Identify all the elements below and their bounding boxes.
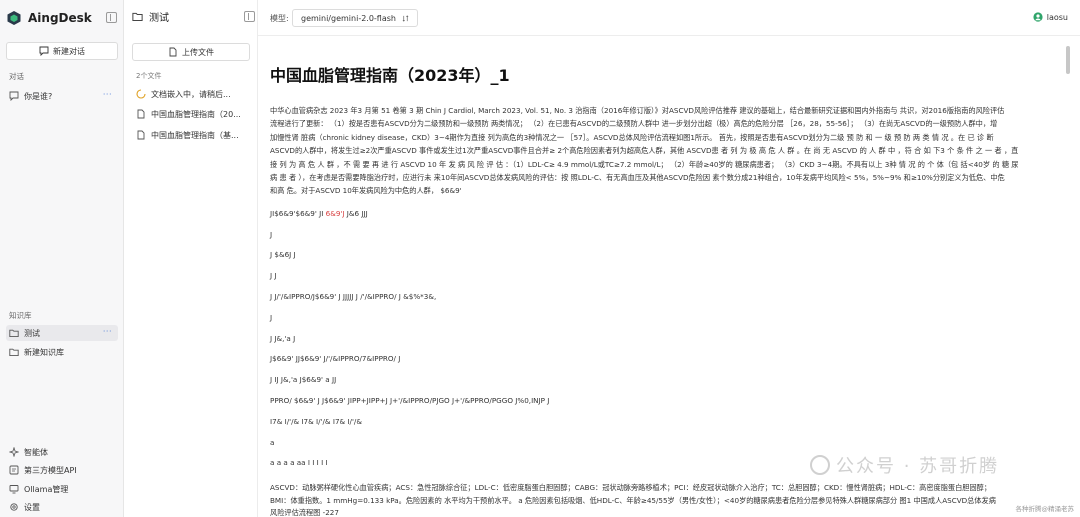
topbar: 模型: gemini/gemini-2.0-flash laosu — [258, 0, 1080, 36]
document-content: 中国血脂管理指南（2023年）_1 中华心血管病杂志 2023 年3 月第 51… — [270, 62, 1055, 517]
kb-item-new[interactable]: 新建知识库 — [6, 344, 118, 360]
file-item-loading[interactable]: 文档嵌入中，请稍后... — [136, 87, 252, 101]
text-line: 中华心血管病杂志 2023 年3 月第 51 卷第 3 期 Chin J Car… — [270, 106, 1005, 115]
swap-icon — [402, 14, 409, 22]
gear-icon — [10, 503, 18, 511]
app-logo-icon — [7, 11, 21, 25]
document-icon — [137, 109, 145, 119]
kb-more-icon[interactable]: ··· — [103, 327, 112, 336]
kb-item-label: 测试 — [24, 328, 40, 338]
garbled-text: JI$6&9'$6&9' JI — [270, 208, 326, 218]
watermark-text: 公众号 · 苏哥折腾 — [836, 456, 1000, 477]
loading-spinner-icon — [136, 89, 146, 99]
file-item[interactable]: 中国血脂管理指南（基... — [136, 128, 252, 142]
panel-title-text: 测试 — [149, 13, 169, 24]
document-title: 中国血脂管理指南（2023年）_1 — [270, 66, 510, 85]
kb-new-label: 新建知识库 — [24, 347, 64, 357]
upload-label: 上传文件 — [182, 47, 214, 57]
garbled-line: I7& I/'/& I7& I/'/& I7& I/'/& — [270, 416, 362, 426]
sidebar-item-label: 设置 — [24, 502, 40, 512]
garbled-line: J IJ J&,'a J$6&9' a JJ — [270, 375, 337, 385]
api-icon — [9, 465, 19, 475]
user-profile[interactable]: laosu — [1033, 12, 1068, 22]
model-value: gemini/gemini-2.0-flash — [301, 13, 396, 23]
sidebar-item-label: 第三方模型API — [24, 465, 77, 475]
model-label: 模型: — [270, 14, 289, 23]
text-line: 和高 危。对于ASCVD 10年发病风险为中危的人群， $6&9' — [270, 186, 462, 196]
chat-section-label: 对话 — [9, 72, 24, 81]
garbled-line: J J — [270, 271, 277, 281]
monitor-icon — [9, 485, 19, 494]
document-icon — [137, 130, 145, 140]
new-chat-label: 新建对话 — [53, 46, 85, 56]
sidebar-item-label: 智能体 — [24, 447, 48, 457]
kb-item-test[interactable]: 测试 ··· — [6, 325, 118, 341]
file-item-label: 中国血脂管理指南（基... — [151, 130, 239, 140]
file-upload-icon — [169, 47, 177, 57]
garbled-line: J$6&9' JJ$6&9' J/'/&IPPRO/7&IPPRO/ J — [270, 354, 401, 364]
sidebar-item-ollama[interactable]: Ollama管理 — [6, 481, 118, 497]
watermark: 公众号 · 苏哥折腾 — [810, 452, 999, 478]
text-line: 流程进行了更新： （1）按是否患有ASCVD分为二级预防和一级预防 两类情况； … — [270, 119, 998, 129]
credit-text: 各种折腾@精涌老苏 — [1015, 505, 1075, 513]
sidebar-item-settings[interactable]: 设置 — [6, 499, 118, 515]
upload-file-button[interactable]: 上传文件 — [132, 43, 250, 61]
brand: AingDesk — [6, 10, 92, 26]
garbled-line: J — [270, 229, 273, 239]
garbled-line: J J/'/&IPPRO/J$6&9' J JJJJJ J /'/&IPPRO/… — [270, 292, 437, 302]
chat-icon — [39, 46, 49, 56]
garbled-line: PPRO/ $6&9' J J$6&9' JIPP+JIPP+J J+'/&IP… — [270, 396, 550, 406]
model-select[interactable]: gemini/gemini-2.0-flash — [292, 9, 418, 27]
main-area: 模型: gemini/gemini-2.0-flash laosu 中国血脂管理… — [258, 0, 1080, 517]
sidebar-item-api[interactable]: 第三方模型API — [6, 462, 118, 478]
scrollbar-thumb[interactable] — [1066, 46, 1070, 74]
wechat-icon — [810, 455, 830, 475]
garbled-line: JI$6&9'$6&9' JI 6&9'J J&6 JJJ — [270, 210, 1055, 231]
panel-title: 测试 — [132, 9, 169, 24]
footnote-paragraph: ASCVD：动脉粥样硬化性心血管疾病；ACS：急性冠脉综合征；LDL-C：低密度… — [270, 482, 1055, 517]
chat-bubble-icon — [9, 91, 19, 101]
folder-add-icon — [9, 348, 19, 357]
chat-item[interactable]: 你是谁? ··· — [6, 88, 118, 104]
user-name: laosu — [1046, 12, 1068, 22]
chat-more-icon[interactable]: ··· — [103, 90, 112, 99]
sidebar-collapse-icon[interactable] — [106, 12, 117, 23]
text-line: 加慢性肾 脏病（chronic kidney disease，CKD）3~4期作… — [270, 132, 994, 142]
intro-paragraph: 中华心血管病杂志 2023 年3 月第 51 卷第 3 期 Chin J Car… — [270, 104, 1055, 198]
text-line: ASCVD：动脉粥样硬化性心血管疾病；ACS：急性冠脉综合征；LDL-C：低密度… — [270, 483, 992, 493]
file-count: 2个文件 — [136, 72, 162, 80]
file-item[interactable]: 中国血脂管理指南（20... — [136, 107, 252, 121]
app-name: AingDesk — [28, 11, 92, 25]
garbled-line: J J&,'a J — [270, 333, 296, 343]
text-line: ASCVD的人群中，将发生过≥2次严重ASCVD 事件或发生过1次严重ASCVD… — [270, 146, 1019, 156]
kb-section-label: 知识库 — [9, 311, 32, 320]
text-line: 风险评估流程图 -227 — [270, 508, 339, 517]
garbled-line: J — [270, 312, 273, 322]
file-panel: 测试 上传文件 2个文件 文档嵌入中，请稍后... 中国血脂管理指南（20...… — [124, 0, 258, 517]
text-line: BMI：体重指数。1 mmHg=0.133 kPa。危险因素的 水平均为干预前水… — [270, 495, 996, 505]
garbled-highlight: 6&9'J — [325, 208, 345, 218]
sidebar: AingDesk 新建对话 对话 你是谁? ··· 知识库 测试 ··· 新建知… — [0, 0, 124, 517]
folder-icon — [132, 12, 143, 21]
text-line: 接 列 为 高 危 人 群 ，不 需 要 再 进 行 ASCVD 10 年 发 … — [270, 159, 1019, 169]
sparkle-icon — [9, 447, 19, 457]
panel-collapse-icon[interactable] — [244, 11, 255, 22]
garbled-line: J $&6J J — [270, 250, 296, 260]
text-line: 病 患 者 ），在考虑是否需要降脂治疗时，应进行未 来10年间ASCVD总体发病… — [270, 173, 1005, 183]
chat-item-label: 你是谁? — [24, 91, 53, 101]
user-icon — [1033, 12, 1043, 22]
folder-icon — [9, 329, 19, 338]
garbled-text: J&6 JJJ — [344, 208, 368, 218]
file-item-label: 文档嵌入中，请稍后... — [151, 89, 231, 99]
new-chat-button[interactable]: 新建对话 — [6, 42, 118, 60]
file-item-label: 中国血脂管理指南（20... — [151, 109, 241, 119]
sidebar-item-agent[interactable]: 智能体 — [6, 444, 118, 460]
sidebar-item-label: Ollama管理 — [24, 484, 69, 494]
